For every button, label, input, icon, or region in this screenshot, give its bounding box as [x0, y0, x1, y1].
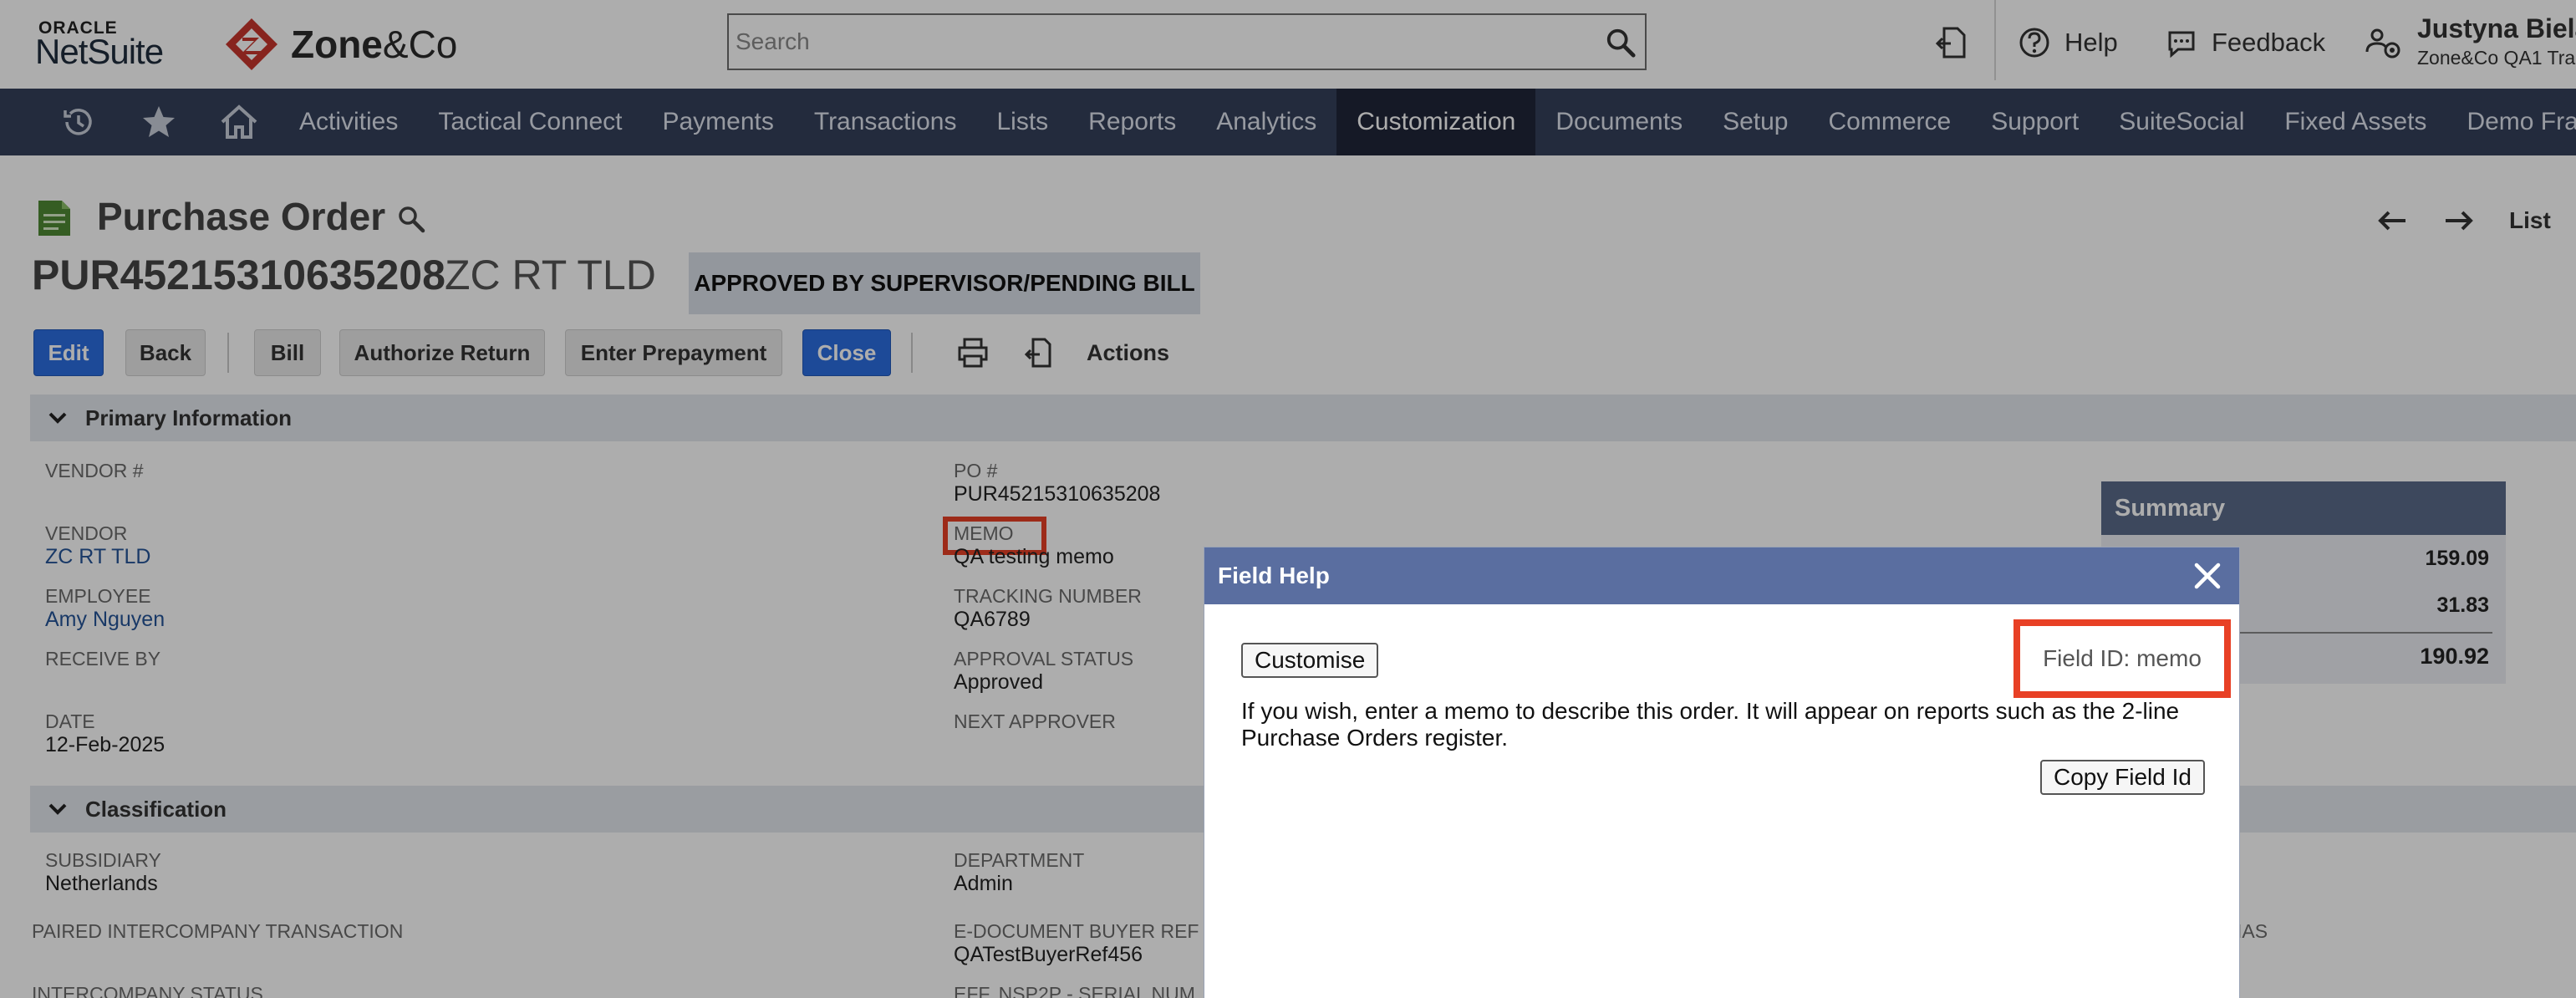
field-help-dialog: Field Help Customise Field ID: memo If y… — [1204, 547, 2240, 998]
field-id-text: Field ID: memo — [2013, 619, 2231, 698]
close-icon[interactable] — [2192, 561, 2222, 591]
customise-button[interactable]: Customise — [1241, 643, 1379, 678]
dialog-header: Field Help — [1204, 547, 2239, 604]
dialog-title: Field Help — [1218, 563, 1330, 588]
field-help-text: If you wish, enter a memo to describe th… — [1241, 698, 2180, 751]
copy-field-id-button[interactable]: Copy Field Id — [2040, 760, 2205, 795]
